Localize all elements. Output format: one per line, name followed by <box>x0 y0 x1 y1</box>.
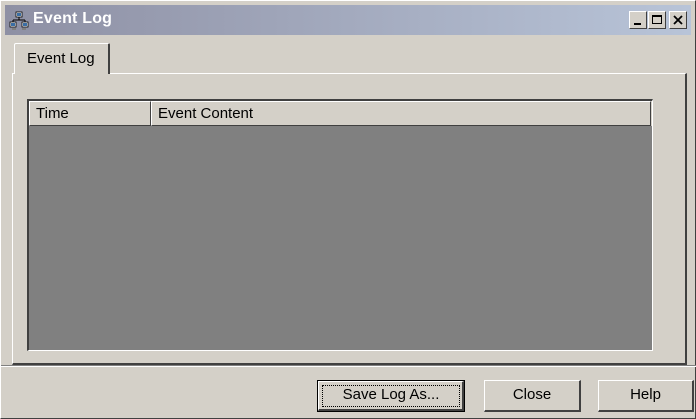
close-label: Close <box>512 386 552 403</box>
divider <box>1 365 696 367</box>
maximize-icon <box>652 15 662 24</box>
list-header: Time Event Content <box>29 101 652 126</box>
tab-label: Event Log <box>27 50 95 67</box>
column-header-time[interactable]: Time <box>29 101 151 126</box>
network-computers-icon <box>9 11 29 31</box>
window-title: Event Log <box>33 10 113 27</box>
column-header-event-content[interactable]: Event Content <box>151 101 651 126</box>
save-log-as-label: Save Log As... <box>342 386 440 403</box>
close-window-button[interactable] <box>669 11 687 29</box>
minimize-button[interactable] <box>629 11 647 29</box>
tab-event-log[interactable]: Event Log <box>14 43 110 74</box>
maximize-button[interactable] <box>648 11 666 29</box>
event-log-window: Event Log Event Log Time Event Content S… <box>0 0 696 419</box>
save-log-as-button[interactable]: Save Log As... <box>317 380 465 412</box>
help-label: Help <box>630 386 661 403</box>
close-button[interactable]: Close <box>484 380 581 412</box>
minimize-icon <box>634 23 641 25</box>
help-button[interactable]: Help <box>598 380 694 412</box>
title-bar[interactable]: Event Log <box>5 5 691 35</box>
close-icon <box>673 15 683 25</box>
event-list[interactable]: Time Event Content <box>27 99 653 351</box>
